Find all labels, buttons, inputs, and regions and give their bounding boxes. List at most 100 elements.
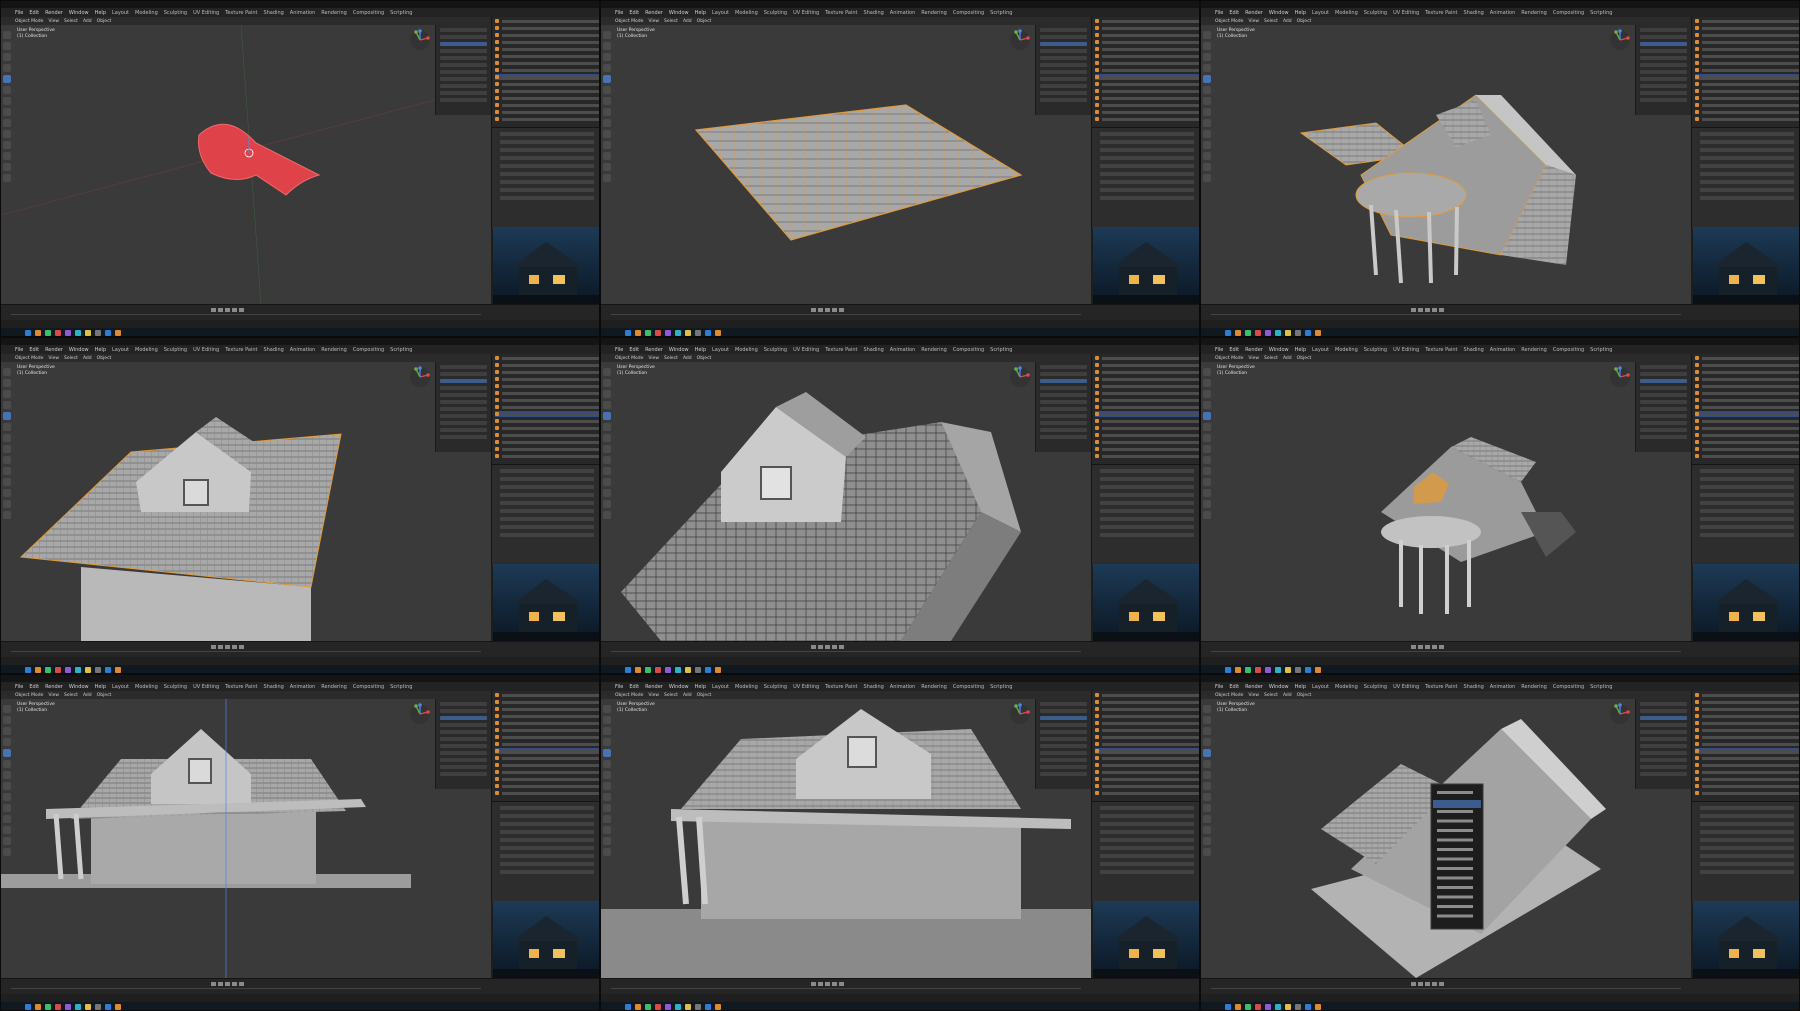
outliner-row[interactable] [1095, 362, 1199, 368]
tool-icon[interactable] [603, 837, 611, 845]
workspace-tab[interactable]: UV Editing [193, 347, 219, 353]
os-taskbar[interactable] [601, 328, 1199, 336]
outliner-panel[interactable] [491, 691, 599, 801]
tool-icon[interactable] [1203, 130, 1211, 138]
outliner-row[interactable] [495, 376, 599, 382]
tool-icon[interactable] [1203, 434, 1211, 442]
outliner-row[interactable] [1095, 404, 1199, 410]
menu-item[interactable]: File [15, 347, 23, 353]
tool-icon[interactable] [603, 826, 611, 834]
taskbar-app-icon[interactable] [635, 330, 641, 336]
menu-item[interactable]: Render [45, 684, 63, 690]
tool-icon[interactable] [3, 445, 11, 453]
tool-icon[interactable] [1203, 31, 1211, 39]
tool-icon[interactable] [603, 489, 611, 497]
outliner-row[interactable] [1695, 453, 1799, 459]
viewport-menu[interactable]: Object [97, 356, 112, 361]
taskbar-app-icon[interactable] [1225, 330, 1231, 336]
workspace-tab[interactable]: Modeling [1335, 347, 1358, 353]
menu-item[interactable]: Window [69, 684, 89, 690]
workspace-tab[interactable]: Animation [290, 347, 316, 353]
workspace-tab[interactable]: Scripting [390, 684, 412, 690]
tool-icon[interactable] [1203, 782, 1211, 790]
outliner-row[interactable] [1695, 720, 1799, 726]
tool-icon[interactable] [603, 401, 611, 409]
outliner-row[interactable] [495, 418, 599, 424]
workspace-tab[interactable]: Compositing [1553, 347, 1584, 353]
tool-shelf[interactable] [603, 368, 612, 588]
outliner-row[interactable] [495, 741, 599, 747]
taskbar-app-icon[interactable] [1235, 330, 1241, 336]
tool-icon[interactable] [3, 760, 11, 768]
outliner-row[interactable] [1095, 741, 1199, 747]
workspace-tab[interactable]: Sculpting [764, 684, 787, 690]
tool-icon[interactable] [3, 434, 11, 442]
tool-icon[interactable] [3, 42, 11, 50]
tool-icon[interactable] [3, 141, 11, 149]
outliner-row[interactable] [1695, 46, 1799, 52]
taskbar-app-icon[interactable] [35, 1004, 41, 1010]
outliner-row[interactable] [495, 383, 599, 389]
outliner-row[interactable] [1095, 109, 1199, 115]
taskbar-app-icon[interactable] [665, 667, 671, 673]
menu-item[interactable]: Window [669, 10, 689, 16]
outliner-row[interactable] [1095, 46, 1199, 52]
outliner-row[interactable] [495, 692, 599, 698]
tool-icon[interactable] [603, 771, 611, 779]
viewport-menu[interactable]: View [648, 356, 659, 361]
taskbar-app-icon[interactable] [85, 667, 91, 673]
outliner-row[interactable] [1095, 706, 1199, 712]
workspace-tab[interactable]: UV Editing [793, 347, 819, 353]
outliner-row[interactable] [1095, 88, 1199, 94]
workspace-tab[interactable]: Shading [1463, 684, 1483, 690]
outliner-row[interactable] [1095, 720, 1199, 726]
workspace-tab[interactable]: UV Editing [793, 684, 819, 690]
workspace-tab[interactable]: Texture Paint [825, 10, 857, 16]
os-taskbar[interactable] [1, 1002, 599, 1010]
menu-item[interactable]: Render [45, 10, 63, 16]
outliner-row[interactable] [1095, 383, 1199, 389]
menu-item[interactable]: Help [695, 347, 706, 353]
tool-icon[interactable] [1203, 705, 1211, 713]
taskbar-app-icon[interactable] [1285, 667, 1291, 673]
workspace-tab[interactable]: Rendering [921, 347, 947, 353]
taskbar-app-icon[interactable] [35, 667, 41, 673]
navigation-gizmo-icon[interactable] [1009, 29, 1031, 51]
outliner-row[interactable] [1095, 699, 1199, 705]
tool-icon[interactable] [3, 826, 11, 834]
tool-icon[interactable] [1203, 804, 1211, 812]
outliner-row[interactable] [495, 397, 599, 403]
sidebar-n-panel[interactable] [1635, 362, 1691, 452]
outliner-row[interactable] [495, 60, 599, 66]
menu-item[interactable]: Help [95, 684, 106, 690]
taskbar-app-icon[interactable] [695, 667, 701, 673]
outliner-row[interactable] [1095, 783, 1199, 789]
outliner-row[interactable] [495, 755, 599, 761]
tool-icon[interactable] [3, 456, 11, 464]
taskbar-app-icon[interactable] [715, 1004, 721, 1010]
menu-item[interactable]: Edit [1229, 347, 1239, 353]
outliner-row[interactable] [1095, 776, 1199, 782]
workspace-tab[interactable]: Rendering [321, 684, 347, 690]
tool-icon[interactable] [603, 86, 611, 94]
timeline[interactable] [1201, 978, 1799, 995]
tool-shelf[interactable] [3, 705, 12, 925]
taskbar-app-icon[interactable] [95, 330, 101, 336]
tool-icon[interactable] [1203, 500, 1211, 508]
tool-icon[interactable] [3, 837, 11, 845]
outliner-panel[interactable] [1091, 17, 1199, 127]
outliner-row[interactable] [1095, 418, 1199, 424]
taskbar-app-icon[interactable] [55, 667, 61, 673]
taskbar-app-icon[interactable] [55, 1004, 61, 1010]
outliner-row[interactable] [1695, 376, 1799, 382]
properties-panel[interactable] [1091, 127, 1199, 228]
viewport-menu[interactable]: Object Mode [1215, 693, 1243, 698]
sidebar-n-panel[interactable] [1035, 699, 1091, 789]
scene-canvas[interactable] [601, 25, 1091, 304]
menu-item[interactable]: Help [95, 347, 106, 353]
outliner-row[interactable] [1695, 390, 1799, 396]
tool-icon[interactable] [603, 456, 611, 464]
outliner-panel[interactable] [491, 354, 599, 464]
workspace-tab[interactable]: Animation [890, 347, 916, 353]
outliner-panel[interactable] [1091, 354, 1199, 464]
